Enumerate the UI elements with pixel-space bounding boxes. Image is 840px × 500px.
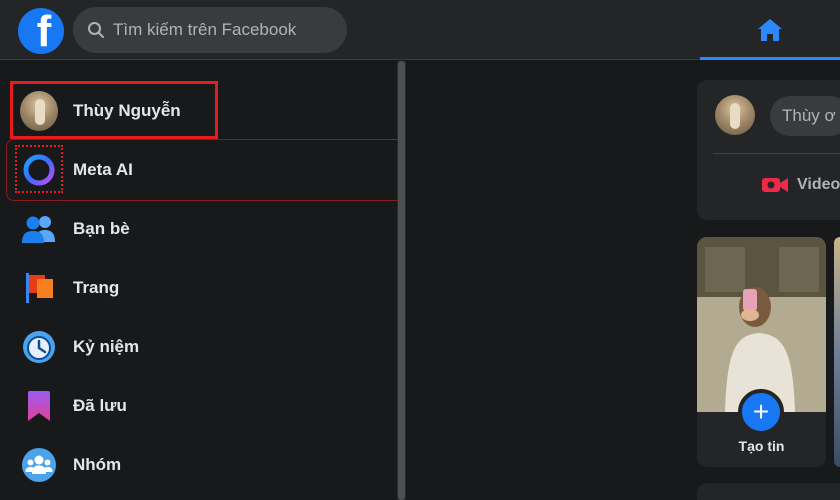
sidebar-item-label: Bạn bè — [73, 219, 130, 238]
memories-clock-icon — [23, 331, 55, 363]
sidebar-item-label: Trang — [73, 278, 120, 297]
create-story-label: Tạo tin — [738, 438, 785, 454]
active-tab-indicator — [700, 57, 840, 60]
post-composer: Thùy ơ Video — [697, 80, 840, 220]
sidebar-item-memories[interactable]: Kỷ niệm — [8, 319, 398, 375]
highlight-box-profile — [10, 81, 218, 139]
sidebar-item-groups[interactable]: Nhóm — [8, 437, 398, 493]
sidebar-scrollbar[interactable] — [397, 61, 406, 500]
search-icon — [88, 22, 104, 38]
facebook-logo[interactable]: f — [18, 8, 64, 54]
saved-bookmark-icon — [28, 391, 50, 421]
groups-icon — [22, 448, 56, 482]
avatar[interactable] — [715, 95, 755, 135]
sidebar-item-label: Đã lưu — [73, 396, 127, 415]
live-video-button[interactable]: Video — [761, 175, 840, 195]
feed-card — [697, 483, 840, 500]
highlight-box-meta-ai — [6, 139, 405, 201]
composer-placeholder: Thùy ơ — [782, 106, 836, 125]
home-icon — [758, 19, 782, 41]
search-input[interactable] — [113, 20, 333, 40]
sidebar-item-pages[interactable]: Trang — [8, 260, 398, 316]
composer-input[interactable]: Thùy ơ — [770, 96, 840, 136]
highlight-box-meta-ai-icon — [15, 145, 63, 193]
sidebar-item-friends[interactable]: Bạn bè — [8, 201, 398, 257]
scrollbar-thumb[interactable] — [398, 61, 405, 500]
create-story-card[interactable]: + Tạo tin — [697, 237, 826, 467]
story-card[interactable] — [834, 237, 840, 467]
sidebar-item-label: Nhóm — [73, 455, 122, 474]
friends-icon — [22, 216, 55, 243]
add-story-icon[interactable]: + — [738, 389, 784, 435]
story-photo-illustration — [697, 237, 826, 412]
tab-home[interactable] — [700, 0, 840, 60]
video-camera-icon — [762, 178, 788, 192]
top-navigation-bar: f — [0, 0, 840, 60]
search-box[interactable] — [73, 7, 347, 53]
sidebar-item-label: Kỷ niệm — [73, 337, 140, 356]
facebook-f-icon: f — [36, 8, 52, 54]
sidebar-item-saved[interactable]: Đã lưu — [8, 378, 398, 434]
divider — [713, 153, 840, 154]
pages-flag-icon — [26, 273, 53, 303]
video-label: Video — [797, 176, 840, 193]
story-photo — [697, 237, 826, 412]
